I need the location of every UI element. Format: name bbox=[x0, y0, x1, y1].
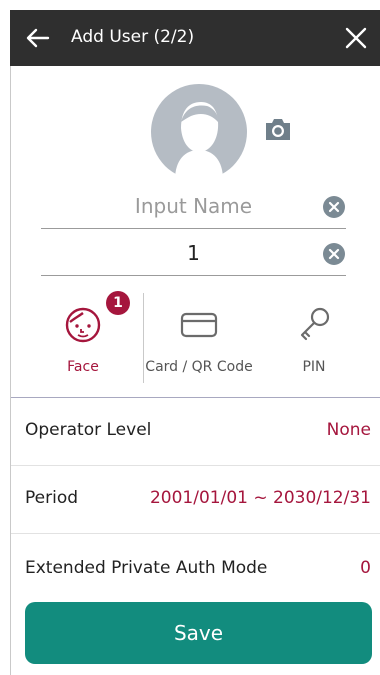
camera-icon[interactable] bbox=[263, 116, 293, 142]
auth-method-card[interactable]: Card / QR Code bbox=[143, 293, 253, 383]
page-title: Add User (2/2) bbox=[71, 27, 195, 47]
user-id-field bbox=[41, 230, 346, 276]
user-id-input[interactable] bbox=[41, 234, 346, 272]
period-label: Period bbox=[25, 488, 79, 508]
auth-method-card-label: Card / QR Code bbox=[145, 359, 253, 375]
face-icon bbox=[65, 307, 101, 343]
auth-method-pin[interactable]: PIN bbox=[259, 293, 369, 383]
period-value: 2001/01/01 ~ 2030/12/31 bbox=[149, 488, 371, 508]
clear-id-icon[interactable] bbox=[322, 242, 346, 266]
app-header: Add User (2/2) bbox=[10, 10, 380, 66]
auth-method-pin-label: PIN bbox=[302, 359, 326, 375]
close-icon[interactable] bbox=[342, 24, 370, 52]
save-button[interactable]: Save bbox=[25, 602, 372, 664]
user-avatar-icon bbox=[151, 84, 247, 180]
key-icon bbox=[300, 307, 330, 341]
extended-private-auth-mode-label: Extended Private Auth Mode bbox=[25, 558, 268, 578]
face-count-badge: 1 bbox=[106, 291, 130, 315]
operator-level-value: None bbox=[326, 420, 371, 440]
card-icon bbox=[180, 312, 218, 338]
name-input[interactable] bbox=[41, 187, 346, 225]
clear-name-icon[interactable] bbox=[322, 195, 346, 219]
back-arrow-icon[interactable] bbox=[24, 24, 52, 52]
auth-method-face-label: Face bbox=[67, 359, 99, 375]
add-user-form: 1 Face Card / QR Code PIN Operator Level… bbox=[10, 66, 380, 675]
name-field bbox=[41, 183, 346, 229]
operator-level-label: Operator Level bbox=[25, 420, 152, 440]
extended-private-auth-mode-value: 0 bbox=[360, 558, 371, 578]
auth-method-face[interactable]: 1 Face bbox=[28, 291, 138, 383]
settings-row-period[interactable]: Period 2001/01/01 ~ 2030/12/31 bbox=[11, 466, 380, 534]
auth-methods: 1 Face Card / QR Code PIN bbox=[11, 291, 380, 383]
settings-row-extended-private-auth-mode[interactable]: Extended Private Auth Mode 0 bbox=[11, 536, 380, 604]
settings-row-operator-level[interactable]: Operator Level None bbox=[11, 398, 380, 466]
